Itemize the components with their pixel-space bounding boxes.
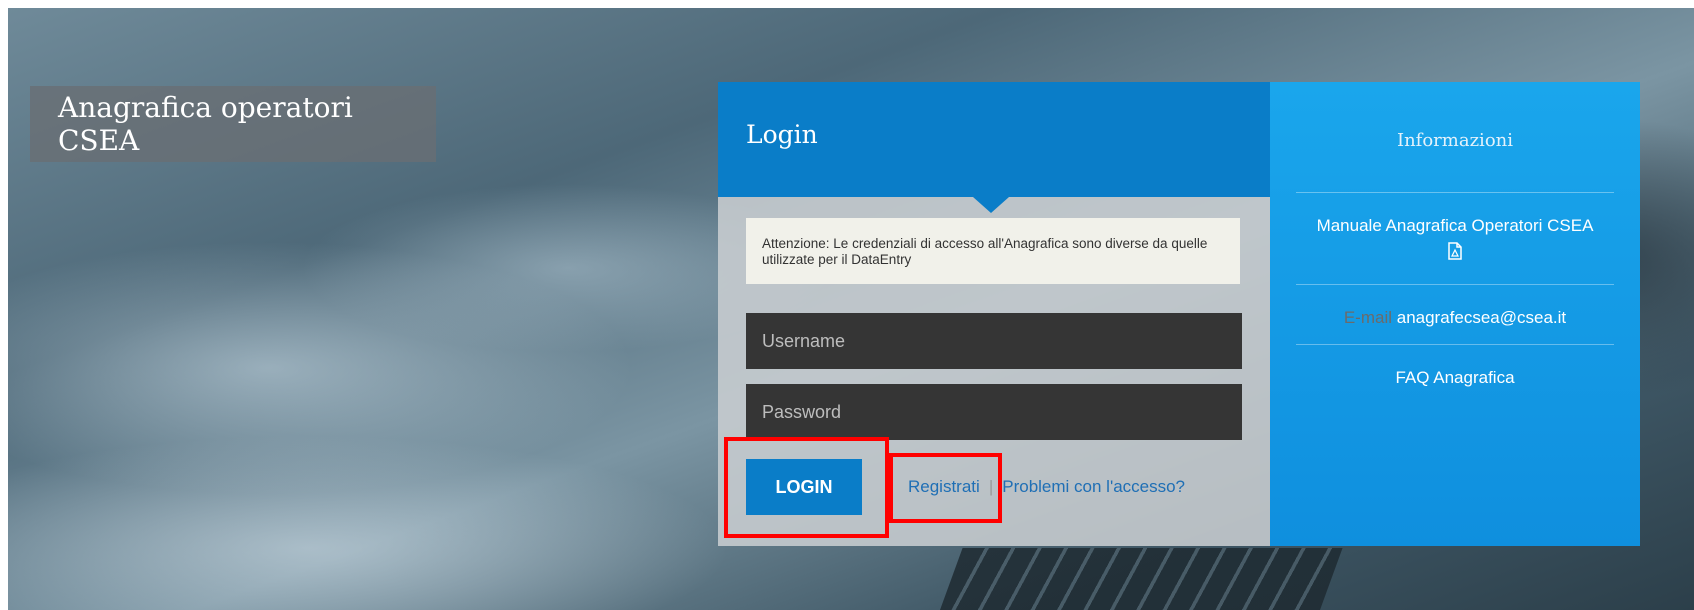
keyboard-graphic [933,548,1343,610]
link-separator: | [988,477,994,496]
info-divider [1296,344,1614,345]
notice-bold: Attenzione [762,236,826,251]
email-row: E-mail anagrafecsea@csea.it [1270,308,1640,328]
site-title: Anagrafica operatori CSEA [58,91,353,157]
login-title: Login [746,120,818,149]
info-title: Informazioni [1396,130,1514,151]
email-label: E-mail [1343,308,1392,327]
manual-link-label: Manuale Anagrafica Operatori CSEA [1316,216,1594,235]
notice-box: Attenzione: Le credenziali di accesso al… [746,218,1240,284]
info-divider [1296,192,1614,193]
notice-text: : Le credenziali di accesso all'Anagrafi… [762,236,1208,267]
info-panel: Informazioni Manuale Anagrafica Operator… [1270,82,1640,546]
email-link[interactable]: anagrafecsea@csea.it [1397,308,1566,327]
faq-link[interactable]: FAQ Anagrafica [1270,368,1640,388]
login-links: Registrati | Problemi con l'accesso? [908,477,1185,497]
help-link[interactable]: Problemi con l'accesso? [1002,477,1185,496]
pdf-icon [1447,242,1463,265]
info-divider [1296,284,1614,285]
register-link[interactable]: Registrati [908,477,980,496]
password-input[interactable] [746,384,1242,440]
site-title-box: Anagrafica operatori CSEA [30,86,436,162]
manual-link[interactable]: Manuale Anagrafica Operatori CSEA [1270,216,1640,265]
login-button[interactable]: LOGIN [746,459,862,515]
header-arrow [973,197,1009,213]
login-header: Login [718,82,1270,197]
username-input[interactable] [746,313,1242,369]
login-panel: Login Attenzione: Le credenziali di acce… [718,82,1270,546]
